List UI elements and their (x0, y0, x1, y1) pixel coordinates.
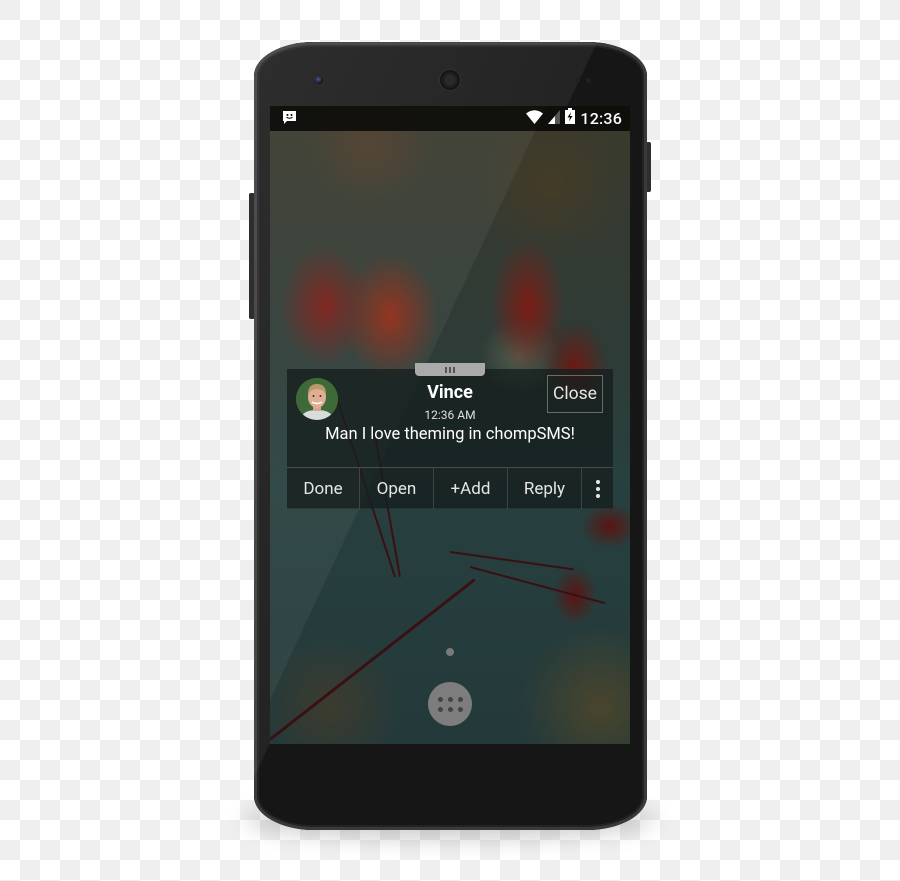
more-vert-icon[interactable] (582, 468, 613, 509)
front-camera (315, 76, 323, 84)
page-indicator-dot (446, 648, 454, 656)
close-button[interactable]: Close (547, 375, 603, 413)
status-time: 12:36 (580, 108, 622, 128)
open-button[interactable]: Open (360, 468, 434, 509)
battery-charging-icon (565, 108, 576, 128)
add-button[interactable]: +Add (434, 468, 508, 509)
drag-handle[interactable] (415, 363, 485, 376)
reply-button[interactable]: Reply (508, 468, 582, 509)
chat-smiley-icon (282, 110, 297, 129)
light-sensor (586, 78, 591, 83)
action-bar: Done Open +Add Reply (287, 467, 613, 509)
wifi-icon (526, 109, 544, 128)
cell-signal-icon (548, 109, 561, 128)
quick-reply-popup: Vince 12:36 AM Man I love theming in cho… (287, 363, 613, 509)
phone-screen: 12:36 Vince 12:36 AM Man I love theming … (270, 106, 630, 744)
status-bar: 12:36 (270, 106, 630, 131)
proximity-sensor (575, 78, 580, 83)
earpiece-speaker (440, 70, 460, 90)
message-text: Man I love theming in chompSMS! (325, 425, 575, 444)
done-button[interactable]: Done (287, 468, 360, 509)
app-drawer-icon[interactable] (428, 682, 472, 726)
